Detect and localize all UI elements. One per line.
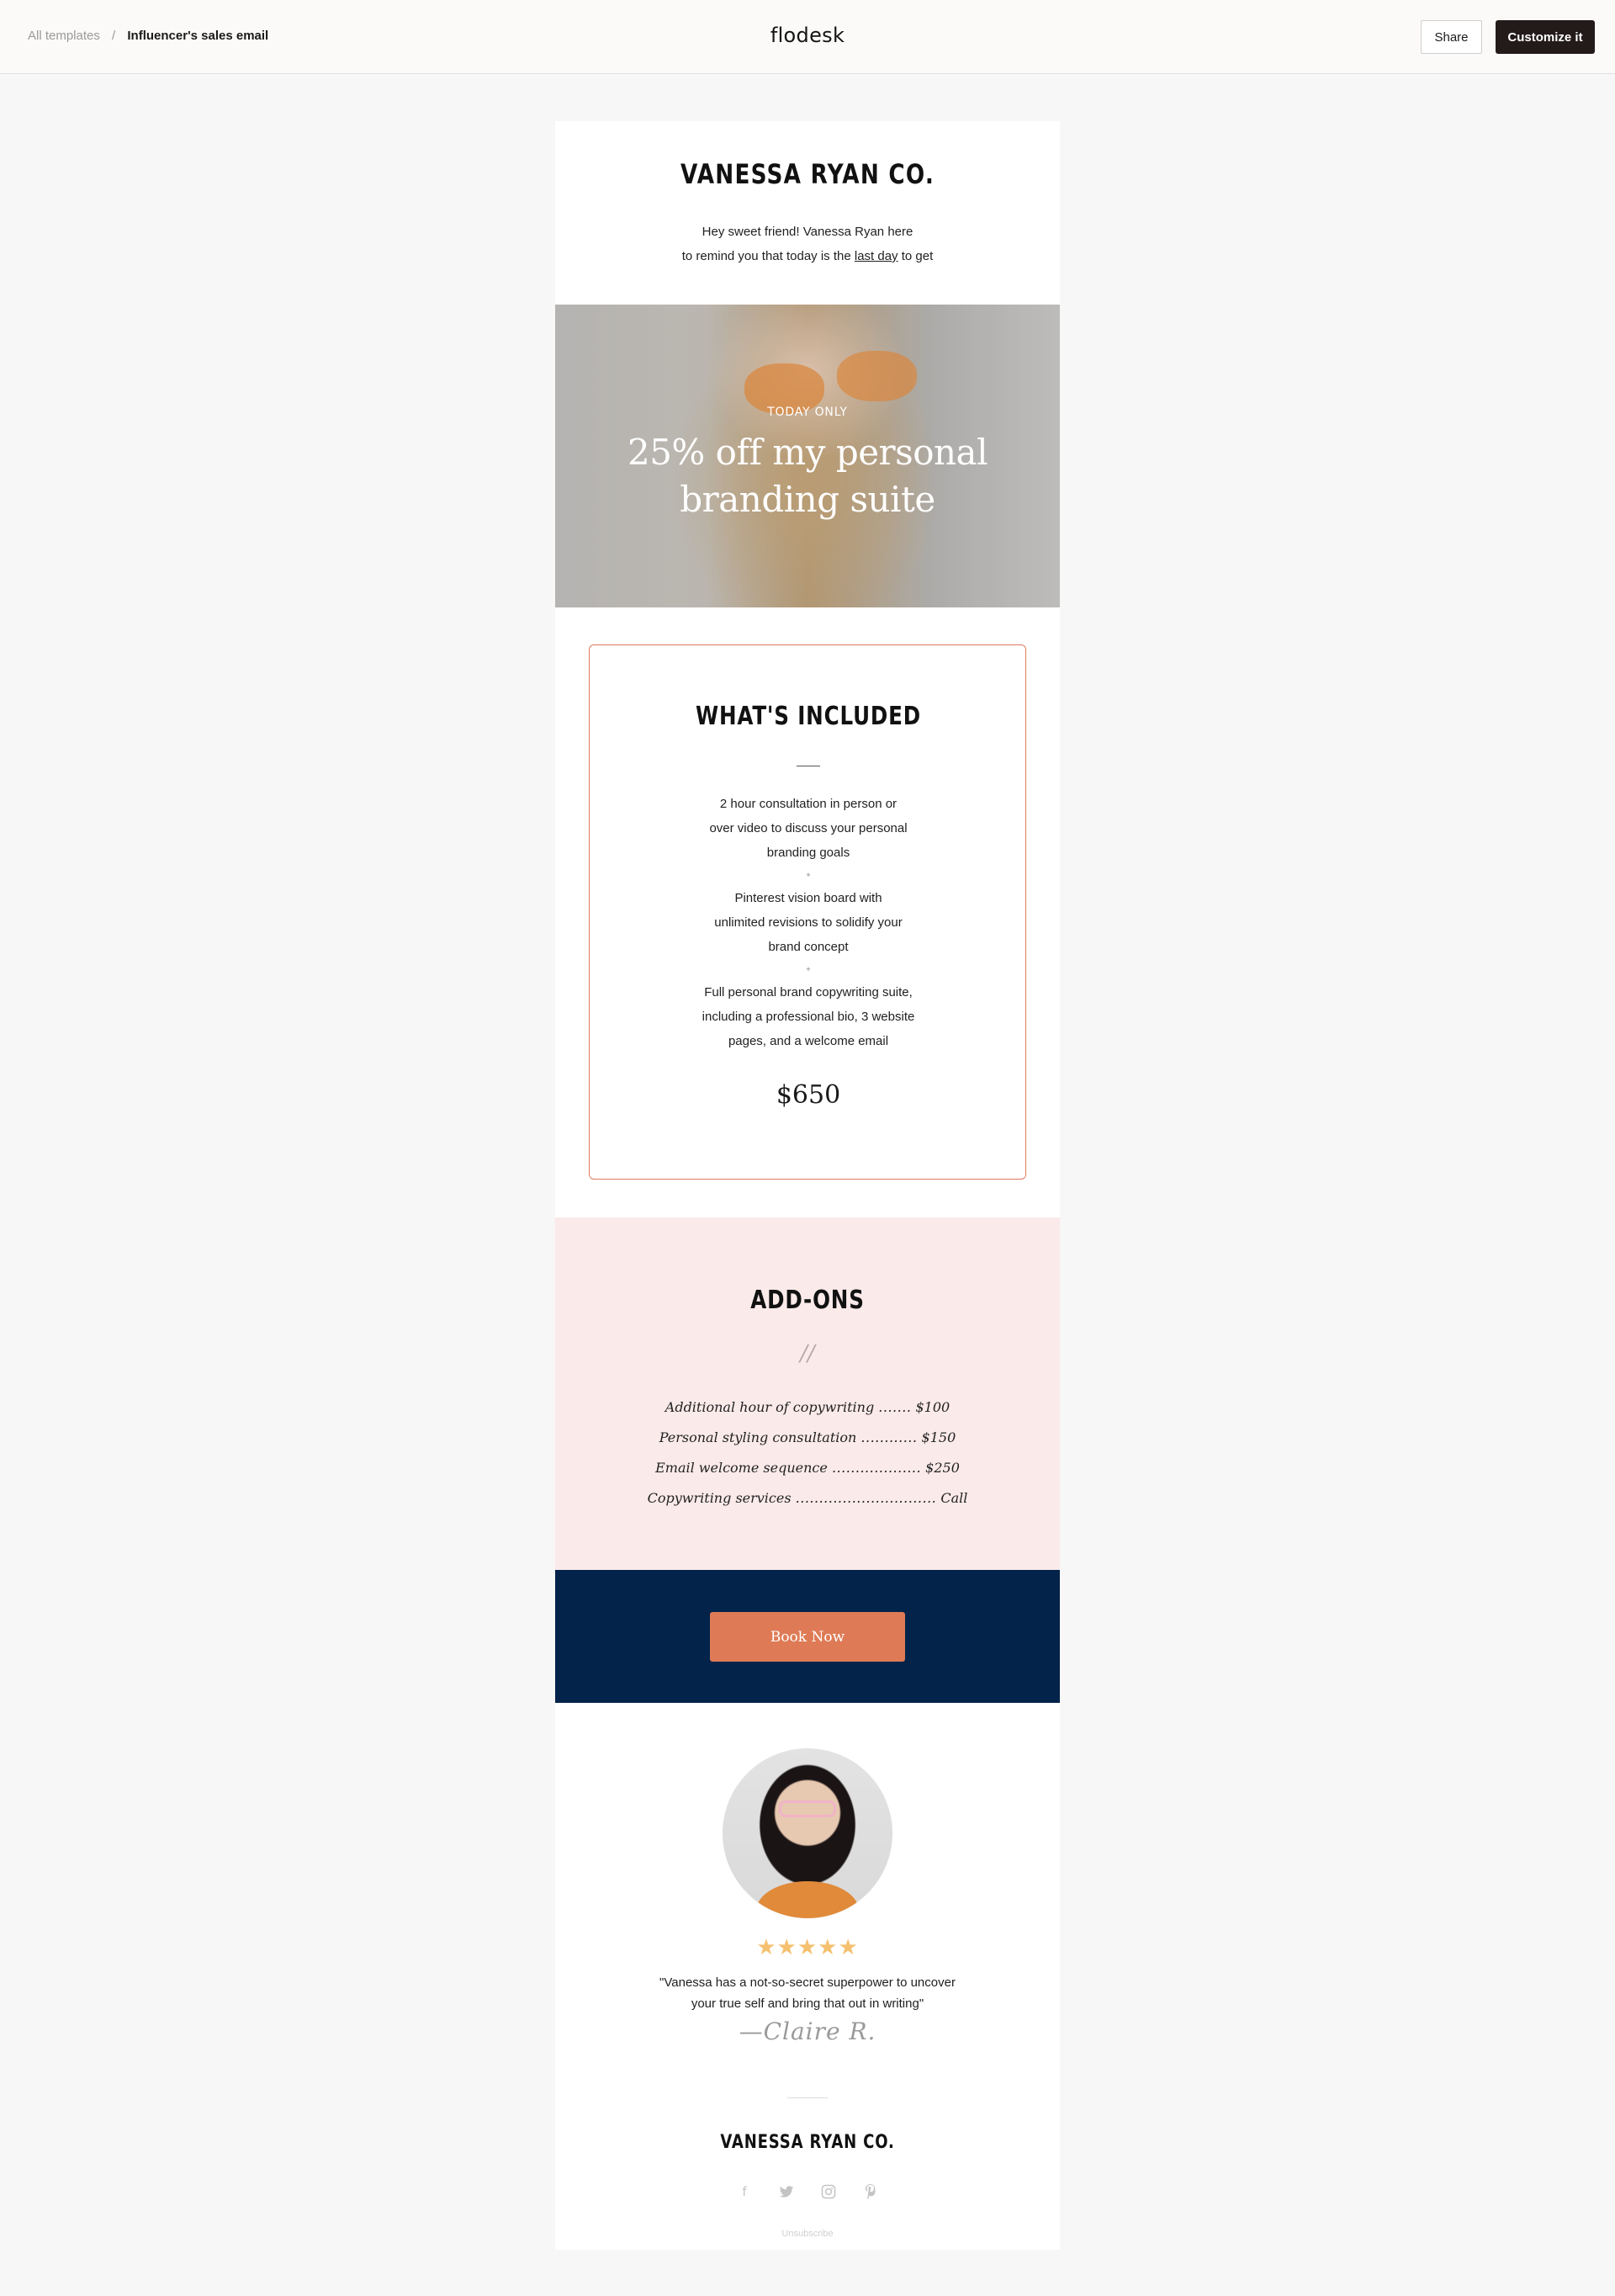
cta-section: Book Now (555, 1570, 1060, 1703)
included-item-line: including a professional bio, 3 website (702, 1010, 915, 1024)
addon-item: Copywriting services ...................… (555, 1483, 1060, 1514)
email-preview: VANESSA RYAN CO. Hey sweet friend! Vanes… (555, 121, 1060, 2250)
last-day-link[interactable]: last day (855, 249, 898, 263)
intro-line-1: Hey sweet friend! Vanessa Ryan here (702, 225, 913, 239)
social-links: f (555, 2182, 1060, 2201)
addon-leader-dots: ............ (860, 1429, 918, 1445)
included-item-line: unlimited revisions to solidify your (714, 915, 903, 930)
hero-title: 25% off my personal branding suite (555, 429, 1060, 523)
avatar-photo-detail (756, 1881, 859, 1918)
hero-title-line-1: 25% off my personal (627, 432, 988, 473)
avatar-photo-detail (779, 1800, 836, 1817)
included-separator: + (806, 965, 811, 973)
quote-line-1: "Vanessa has a not-so-secret superpower … (659, 1975, 956, 1990)
addon-leader-dots: .............................. (795, 1490, 937, 1506)
included-item-line: Pinterest vision board with (734, 891, 882, 905)
addon-price: $150 (921, 1429, 956, 1445)
included-list: 2 hour consultation in person or over vi… (590, 792, 1027, 1053)
addon-name: Additional hour of copywriting (665, 1399, 875, 1415)
addon-item: Personal styling consultation ..........… (555, 1423, 1060, 1453)
addon-name: Email welcome sequence (655, 1460, 828, 1476)
addon-item: Email welcome sequence .................… (555, 1453, 1060, 1483)
hero-image: TODAY ONLY 25% off my personal branding … (555, 305, 1060, 607)
quote-line-2: your true self and bring that out in wri… (691, 1996, 924, 2011)
top-bar: All templates / Influencer's sales email… (0, 0, 1615, 74)
included-item: Pinterest vision board with unlimited re… (590, 886, 1027, 959)
footer-title: VANESSA RYAN CO. (720, 2132, 895, 2153)
facebook-icon[interactable]: f (735, 2182, 754, 2201)
testimonial-avatar (723, 1748, 892, 1918)
share-button[interactable]: Share (1421, 20, 1482, 54)
book-now-button[interactable]: Book Now (710, 1612, 905, 1662)
included-item-line: Full personal brand copywriting suite, (704, 985, 913, 1000)
included-item-line: 2 hour consultation in person or (719, 797, 898, 811)
addon-leader-dots: ................... (831, 1460, 922, 1476)
included-item-line: pages, and a welcome email (728, 1034, 889, 1048)
email-header-title: VANESSA RYAN CO. (680, 158, 935, 190)
pinterest-icon[interactable] (861, 2182, 880, 2201)
included-title: WHAT'S INCLUDED (696, 702, 921, 731)
intro-line-2: to remind you that today is the last day… (555, 244, 1060, 268)
hero-eyebrow: TODAY ONLY (767, 406, 848, 419)
footer-divider (787, 2097, 828, 2098)
addon-name: Copywriting services (647, 1490, 792, 1506)
instagram-icon[interactable] (819, 2182, 838, 2201)
included-item: 2 hour consultation in person or over vi… (590, 792, 1027, 865)
intro-line-2-before: to remind you that today is the (681, 249, 855, 263)
addon-leader-dots: ....... (878, 1399, 912, 1415)
addons-title: ADD-ONS (750, 1286, 865, 1315)
customize-button[interactable]: Customize it (1496, 20, 1595, 54)
testimonial-signature: —Claire R. (739, 2018, 876, 2045)
email-intro-text: Hey sweet friend! Vanessa Ryan here to r… (555, 220, 1060, 268)
included-price: $650 (776, 1080, 841, 1110)
hero-title-line-2: branding suite (680, 479, 935, 520)
addon-price: $100 (915, 1399, 950, 1415)
addon-price: $250 (925, 1460, 960, 1476)
included-separator: + (806, 871, 811, 879)
addon-price: Call (940, 1490, 968, 1506)
included-item: Full personal brand copywriting suite, i… (590, 980, 1027, 1053)
addon-item: Additional hour of copywriting ....... $… (555, 1392, 1060, 1423)
included-item-line: over video to discuss your personal (709, 821, 908, 835)
unsubscribe-link[interactable]: Unsubscribe (555, 2229, 1060, 2239)
testimonial-quote: "Vanessa has a not-so-secret superpower … (555, 1972, 1060, 2014)
intro-line-2-after: to get (898, 249, 934, 263)
twitter-icon[interactable] (777, 2182, 796, 2201)
brand-logo[interactable]: flodesk (0, 24, 1615, 47)
addons-list: Additional hour of copywriting ....... $… (555, 1392, 1060, 1514)
addons-section: ADD-ONS // Additional hour of copywritin… (555, 1217, 1060, 1570)
included-item-line: branding goals (766, 846, 850, 860)
addon-name: Personal styling consultation (659, 1429, 857, 1445)
star-rating: ★★★★★ (756, 1934, 859, 1959)
included-item-line: brand concept (768, 940, 849, 954)
included-box: WHAT'S INCLUDED 2 hour consultation in p… (589, 644, 1026, 1180)
addons-divider: // (800, 1341, 815, 1366)
